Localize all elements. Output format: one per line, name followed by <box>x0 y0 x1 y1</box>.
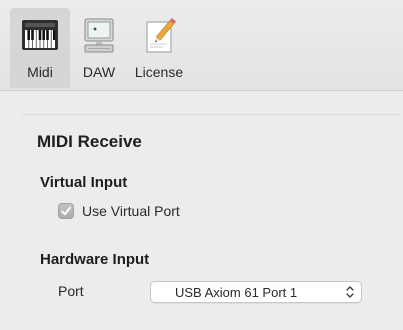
midi-preferences-pane: MIDI Receive Virtual Input Use Virtual P… <box>0 91 403 330</box>
port-label: Port <box>58 283 84 299</box>
toolbar-item-label: DAW <box>82 64 116 80</box>
port-popup-button[interactable]: USB Axiom 61 Port 1 <box>150 281 362 303</box>
virtual-input-heading: Virtual Input <box>40 174 128 191</box>
checkmark-icon <box>61 206 71 216</box>
use-virtual-port-checkbox[interactable] <box>58 203 74 219</box>
toolbar-item-daw[interactable]: DAW <box>72 8 126 88</box>
toolbar-item-license[interactable]: License <box>126 8 192 88</box>
use-virtual-port-label: Use Virtual Port <box>82 203 180 219</box>
desktop-computer-icon <box>79 16 119 56</box>
up-down-chevron-icon <box>345 285 355 299</box>
hardware-input-heading: Hardware Input <box>40 251 150 268</box>
section-divider <box>22 114 400 115</box>
toolbar-item-midi[interactable]: Midi <box>10 8 70 88</box>
midi-receive-heading: MIDI Receive <box>37 132 142 151</box>
port-popup-value: USB Axiom 61 Port 1 <box>175 285 298 300</box>
toolbar-item-label: License <box>134 64 184 80</box>
piano-keyboard-icon <box>20 16 60 56</box>
pencil-document-icon <box>139 16 179 56</box>
use-virtual-port-row[interactable]: Use Virtual Port <box>58 201 180 221</box>
toolbar-item-label: Midi <box>27 64 53 80</box>
preferences-toolbar: Midi DAW License <box>0 0 403 91</box>
